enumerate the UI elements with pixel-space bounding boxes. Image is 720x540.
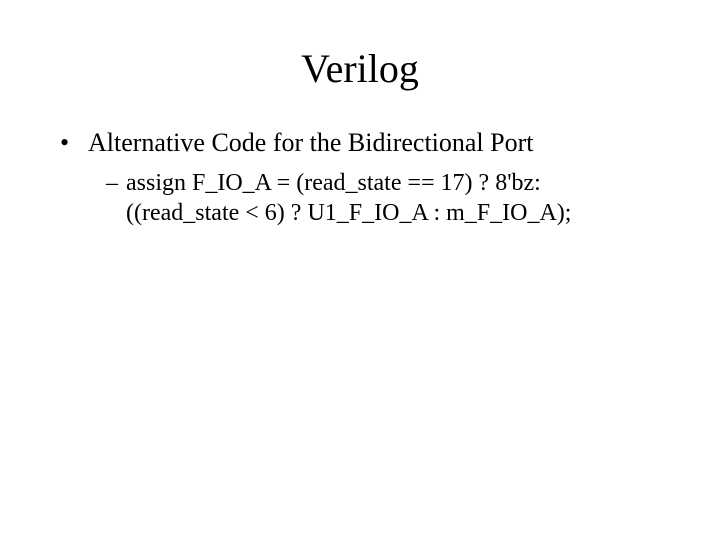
code-line-1: assign F_IO_A = (read_state == 17) ? 8'b…	[126, 170, 541, 196]
code-line-2: ((read_state < 6) ? U1_F_IO_A : m_F_IO_A…	[126, 200, 571, 226]
bullet-level-2: – assign F_IO_A = (read_state == 17) ? 8…	[106, 168, 660, 228]
slide-title: Verilog	[60, 45, 660, 92]
slide-body: • Alternative Code for the Bidirectional…	[60, 127, 660, 228]
bullet-level-1: • Alternative Code for the Bidirectional…	[60, 127, 660, 160]
dash-icon: –	[106, 168, 126, 198]
bullet-level-1-text: Alternative Code for the Bidirectional P…	[88, 127, 660, 160]
bullet-level-2-text: assign F_IO_A = (read_state == 17) ? 8'b…	[126, 168, 660, 228]
bullet-dot-icon: •	[60, 127, 88, 160]
slide: Verilog • Alternative Code for the Bidir…	[0, 0, 720, 540]
